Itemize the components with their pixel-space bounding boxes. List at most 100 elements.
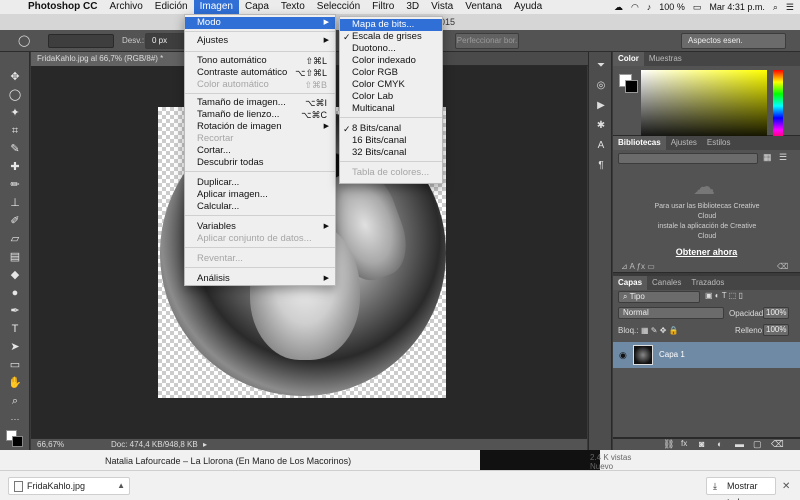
tab-color[interactable]: Color bbox=[613, 52, 644, 66]
imagen-menu-item[interactable]: Tamaño de imagen... ⌥⌘I bbox=[185, 97, 335, 109]
imagen-menu-item[interactable]: Variables ▶ bbox=[185, 221, 335, 233]
bg-swatch[interactable] bbox=[625, 80, 638, 93]
volume-icon[interactable]: ♪ bbox=[647, 2, 652, 12]
library-tools-icons[interactable]: ⊿ A ƒx ▭ bbox=[621, 262, 655, 271]
lock-icons[interactable]: ▦ ✎ ✥ 🔒 bbox=[641, 326, 679, 335]
imagen-menu-item[interactable]: Cortar... bbox=[185, 145, 335, 157]
link-layers-icon[interactable]: ⛓ bbox=[663, 439, 674, 450]
get-now-link[interactable]: Obtener ahora bbox=[613, 247, 800, 257]
modo-menu-item[interactable]: Color CMYK bbox=[340, 79, 442, 91]
crop-icon[interactable]: ⌗ bbox=[8, 124, 22, 138]
document-tab[interactable]: FridaKahlo.jpg al 66,7% (RGB/8#) * bbox=[31, 52, 191, 66]
lasso-tool-icon[interactable]: ◯ bbox=[18, 34, 30, 47]
now-playing-title[interactable]: Natalia Lafourcade – La Llorona (En Mano… bbox=[105, 456, 351, 466]
spotlight-icon[interactable]: ⌕ bbox=[773, 2, 778, 13]
menu-filtro[interactable]: Filtro bbox=[366, 0, 400, 14]
layer-name[interactable]: Capa 1 bbox=[659, 350, 685, 359]
shape-icon[interactable]: ▭ bbox=[8, 358, 22, 372]
cloud-icon[interactable]: ☁ bbox=[614, 2, 623, 13]
modo-menu-item[interactable]: ✓ Escala de grises bbox=[340, 31, 442, 43]
imagen-menu-item[interactable]: Duplicar... bbox=[185, 177, 335, 189]
feather-input[interactable]: 0 px bbox=[145, 33, 187, 49]
modo-menu-item[interactable]: Duotono... bbox=[340, 43, 442, 55]
tab-layers[interactable]: Capas bbox=[613, 276, 648, 290]
eyedropper-icon[interactable]: ✎ bbox=[8, 142, 22, 156]
opacity-input[interactable]: 100% bbox=[763, 307, 789, 319]
type-icon[interactable]: T bbox=[8, 322, 22, 336]
menu-texto[interactable]: Texto bbox=[275, 0, 311, 14]
tab-styles[interactable]: Estilos bbox=[702, 136, 736, 150]
refine-edge-button[interactable]: Perfeccionar bor. bbox=[455, 33, 519, 49]
tab-channels[interactable]: Canales bbox=[647, 276, 686, 290]
selection-mode-buttons[interactable] bbox=[48, 34, 114, 48]
blur-icon[interactable]: ◆ bbox=[8, 268, 22, 282]
imagen-menu-item[interactable]: Tono automático ⇧⌘L bbox=[185, 55, 335, 67]
imagen-menu-item[interactable]: Ajustes ▶ bbox=[185, 35, 335, 47]
lasso-icon[interactable]: ◯ bbox=[8, 88, 22, 102]
healing-icon[interactable]: ✚ bbox=[8, 160, 22, 174]
list-view-icon[interactable]: ☰ bbox=[779, 152, 787, 163]
modo-menu-item[interactable]: Color Lab bbox=[340, 91, 442, 103]
menu-edicion[interactable]: Edición bbox=[149, 0, 194, 14]
paragraph-panel-icon[interactable]: ¶ bbox=[595, 160, 607, 172]
menu-3d[interactable]: 3D bbox=[400, 0, 425, 14]
imagen-menu-item[interactable]: Modo ▶ bbox=[185, 17, 335, 29]
menu-seleccion[interactable]: Selección bbox=[311, 0, 366, 14]
menu-app-name[interactable]: Photoshop CC bbox=[22, 0, 103, 14]
library-select[interactable] bbox=[618, 153, 758, 164]
more-tools-icon[interactable]: ··· bbox=[8, 412, 22, 426]
brush-panel-icon[interactable]: ✱ bbox=[595, 120, 607, 132]
zoom-icon[interactable]: ⌕ bbox=[8, 394, 22, 408]
layer-row[interactable]: ◉ Capa 1 bbox=[613, 342, 800, 368]
close-icon[interactable]: ✕ bbox=[782, 481, 790, 492]
gradient-icon[interactable]: ▤ bbox=[8, 250, 22, 264]
download-item[interactable]: FridaKahlo.jpg ▲ bbox=[8, 477, 130, 495]
visibility-eye-icon[interactable]: ◉ bbox=[619, 350, 627, 361]
color-picker-field[interactable] bbox=[641, 70, 767, 142]
modo-menu-item[interactable]: Mapa de bits... bbox=[340, 19, 442, 31]
menu-capa[interactable]: Capa bbox=[239, 0, 275, 14]
battery-icon[interactable]: ▭ bbox=[693, 2, 702, 13]
menu-ventana[interactable]: Ventana bbox=[459, 0, 508, 14]
menu-imagen[interactable]: Imagen bbox=[193, 0, 239, 14]
modo-menu-item[interactable]: Color indexado bbox=[340, 55, 442, 67]
modo-menu-item[interactable]: Color RGB bbox=[340, 67, 442, 79]
hue-slider[interactable] bbox=[773, 70, 783, 142]
chevron-up-icon[interactable]: ▲ bbox=[117, 478, 125, 494]
menu-ayuda[interactable]: Ayuda bbox=[508, 0, 548, 14]
brush-icon[interactable]: ✏ bbox=[8, 178, 22, 192]
history-panel-icon[interactable]: ⏷ bbox=[595, 60, 607, 72]
actions-panel-icon[interactable]: ▶ bbox=[595, 100, 607, 112]
imagen-menu-item[interactable]: Descubrir todas bbox=[185, 157, 335, 169]
workspace-select[interactable]: Aspectos esen. bbox=[681, 33, 786, 49]
modo-menu-item[interactable]: 16 Bits/canal bbox=[340, 135, 442, 147]
show-all-button[interactable]: ⤓ Mostrar todas bbox=[706, 477, 776, 500]
library-trash-icon[interactable]: ⌫ bbox=[777, 262, 788, 271]
grid-view-icon[interactable]: ▦ bbox=[763, 152, 772, 163]
dodge-icon[interactable]: ● bbox=[8, 286, 22, 300]
properties-panel-icon[interactable]: ◎ bbox=[595, 80, 607, 92]
fx-icon[interactable]: fx bbox=[681, 439, 687, 448]
video-thumbnail[interactable] bbox=[480, 450, 600, 470]
wifi-icon[interactable]: ◠ bbox=[631, 2, 639, 13]
hand-icon[interactable]: ✋ bbox=[8, 376, 22, 390]
imagen-menu-item[interactable]: Calcular... bbox=[185, 201, 335, 213]
layer-filter-icons[interactable]: ▣ ◐ T ⬚ ▯ bbox=[705, 291, 743, 300]
imagen-menu-item[interactable]: Contraste automático ⌥⇧⌘L bbox=[185, 67, 335, 79]
imagen-menu-item[interactable]: Análisis ▶ bbox=[185, 273, 335, 285]
magic-wand-icon[interactable]: ✦ bbox=[8, 106, 22, 120]
imagen-menu-item[interactable]: Tamaño de lienzo... ⌥⌘C bbox=[185, 109, 335, 121]
background-color-swatch[interactable] bbox=[12, 436, 23, 447]
blend-mode-select[interactable]: Normal bbox=[618, 307, 724, 319]
stamp-icon[interactable]: ⊥ bbox=[8, 196, 22, 210]
tab-adjustments[interactable]: Ajustes bbox=[666, 136, 702, 150]
pen-icon[interactable]: ✒ bbox=[8, 304, 22, 318]
modo-menu-item[interactable]: ✓ 8 Bits/canal bbox=[340, 123, 442, 135]
fill-input[interactable]: 100% bbox=[763, 324, 789, 336]
status-arrow-icon[interactable]: ▸ bbox=[203, 440, 207, 449]
path-select-icon[interactable]: ➤ bbox=[8, 340, 22, 354]
menu-vista[interactable]: Vista bbox=[425, 0, 459, 14]
eraser-icon[interactable]: ▱ bbox=[8, 232, 22, 246]
move-tool-icon[interactable]: ✥ bbox=[8, 70, 22, 84]
adjustment-layer-icon[interactable]: ◐ bbox=[717, 439, 722, 449]
